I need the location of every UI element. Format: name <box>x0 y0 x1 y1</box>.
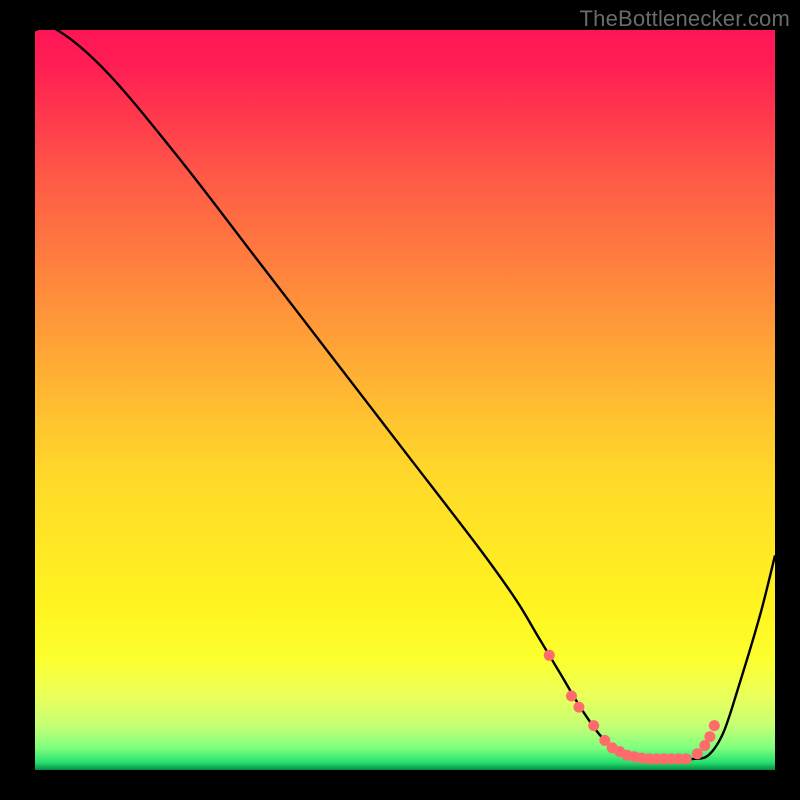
data-marker <box>704 731 715 742</box>
data-marker <box>588 720 599 731</box>
data-marker <box>709 720 720 731</box>
curve-line <box>35 30 775 759</box>
bottleneck-curve <box>35 30 775 770</box>
data-marker <box>681 753 692 764</box>
curve-markers <box>544 650 720 765</box>
chart-frame: TheBottlenecker.com <box>0 0 800 800</box>
plot-area <box>35 30 775 770</box>
data-marker <box>692 748 703 759</box>
data-marker <box>544 650 555 661</box>
data-marker <box>566 691 577 702</box>
data-marker <box>573 702 584 713</box>
attribution-label: TheBottlenecker.com <box>580 6 790 32</box>
